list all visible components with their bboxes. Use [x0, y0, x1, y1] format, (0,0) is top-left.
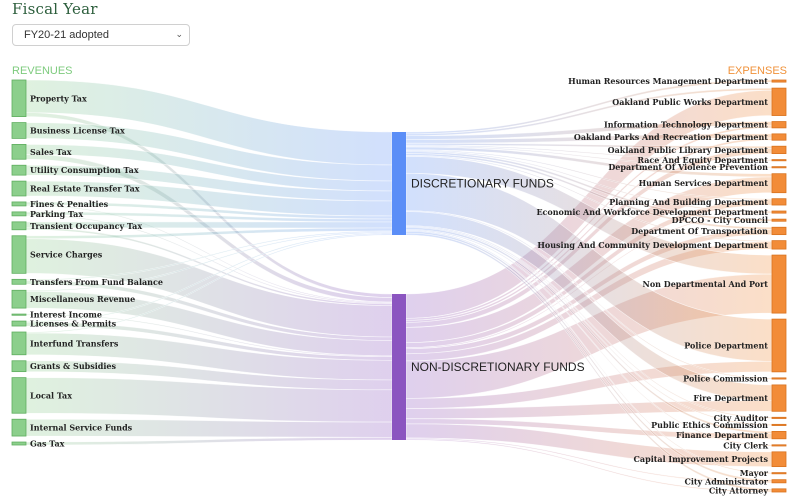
node-interfund-transfers[interactable]	[11, 331, 27, 356]
node-discretionary-funds[interactable]	[392, 132, 406, 235]
node-interest-income[interactable]	[11, 313, 27, 316]
node-label-fire-department: Fire Department	[693, 393, 768, 403]
node-label-human-resources-management-department: Human Resources Management Department	[568, 76, 768, 86]
node-label-transfers-from-fund-balance: Transfers From Fund Balance	[30, 277, 163, 287]
node-gas-tax[interactable]	[11, 441, 27, 446]
node-label-transient-occupancy-tax: Transient Occupancy Tax	[30, 221, 142, 231]
node-human-resources-management-department[interactable]	[771, 79, 787, 83]
node-label-non-departmental-and-port: Non Departmental And Port	[643, 279, 769, 289]
node-label-city-attorney: City Attorney	[709, 485, 768, 495]
node-label-department-of-transportation: Department Of Transportation	[631, 226, 768, 236]
node-label-grants-subsidies: Grants & Subsidies	[30, 361, 116, 371]
node-city-administrator[interactable]	[771, 479, 787, 484]
node-information-technology-department[interactable]	[771, 121, 787, 129]
node-transient-occupancy-tax[interactable]	[11, 221, 27, 231]
node-dpcco-city-council[interactable]	[771, 218, 787, 222]
node-label-capital-improvement-projects: Capital Improvement Projects	[634, 454, 769, 464]
node-police-commission[interactable]	[771, 377, 787, 380]
node-oakland-public-works-department[interactable]	[771, 87, 787, 116]
node-fines-penalties[interactable]	[11, 201, 27, 207]
node-label-public-ethics-commission: Public Ethics Commission	[651, 420, 768, 430]
node-city-attorney[interactable]	[771, 488, 787, 493]
node-internal-service-funds[interactable]	[11, 418, 27, 437]
node-label-gas-tax: Gas Tax	[30, 439, 65, 449]
node-label-human-services-department: Human Services Department	[639, 178, 769, 188]
node-capital-improvement-projects[interactable]	[771, 451, 787, 468]
node-human-services-department[interactable]	[771, 173, 787, 194]
node-city-auditor[interactable]	[771, 416, 787, 419]
link-gas-tax-to-non-discretionary-funds[interactable]	[25, 437, 393, 446]
sankey-diagram: Property Tax Business License Tax Sales Ta…	[11, 76, 787, 495]
node-label-miscellaneous-revenue: Miscellaneous Revenue	[30, 294, 135, 304]
node-label-discretionary-funds: DISCRETIONARY FUNDS	[411, 177, 554, 191]
node-department-of-violence-prevention[interactable]	[771, 166, 787, 169]
node-label-service-charges: Service Charges	[30, 250, 103, 260]
node-property-tax[interactable]	[11, 79, 27, 117]
node-label-sales-tax: Sales Tax	[30, 147, 72, 157]
node-label-planning-and-building-department: Planning And Building Department	[609, 197, 768, 207]
node-service-charges[interactable]	[11, 235, 27, 274]
node-sales-tax[interactable]	[11, 144, 27, 160]
node-local-tax[interactable]	[11, 377, 27, 414]
node-non-discretionary-funds[interactable]	[392, 294, 406, 440]
node-oakland-parks-and-recreation-department[interactable]	[771, 133, 787, 141]
node-label-oakland-public-library-department: Oakland Public Library Department	[608, 145, 769, 155]
node-label-finance-department: Finance Department	[676, 430, 768, 440]
node-oakland-public-library-department[interactable]	[771, 145, 787, 154]
node-label-oakland-parks-and-recreation-department: Oakland Parks And Recreation Department	[574, 132, 768, 142]
expenses-header: EXPENSES	[727, 65, 787, 77]
node-label-utility-consumption-tax: Utility Consumption Tax	[30, 165, 139, 175]
node-miscellaneous-revenue[interactable]	[11, 289, 27, 309]
node-police-department[interactable]	[771, 318, 787, 373]
node-label-fines-penalties: Fines & Penalties	[30, 199, 109, 209]
node-label-city-clerk: City Clerk	[723, 440, 768, 450]
node-housing-and-community-development-department[interactable]	[771, 240, 787, 250]
node-label-business-license-tax: Business License Tax	[30, 125, 125, 135]
node-finance-department[interactable]	[771, 431, 787, 440]
node-parking-tax[interactable]	[11, 211, 27, 217]
node-economic-and-workforce-development-department[interactable]	[771, 210, 787, 214]
node-utility-consumption-tax[interactable]	[11, 164, 27, 176]
node-label-local-tax: Local Tax	[30, 390, 72, 400]
node-grants-subsidies[interactable]	[11, 360, 27, 373]
node-city-clerk[interactable]	[771, 444, 787, 447]
node-label-licenses-permits: Licenses & Permits	[30, 319, 117, 329]
node-planning-and-building-department[interactable]	[771, 198, 787, 206]
node-label-dpcco-city-council: DPCCO - City Council	[672, 215, 768, 225]
node-mayor[interactable]	[771, 472, 787, 475]
node-race-and-equity-department[interactable]	[771, 159, 787, 162]
node-business-license-tax[interactable]	[11, 122, 27, 139]
node-label-interfund-transfers: Interfund Transfers	[30, 338, 119, 348]
revenues-header: REVENUES	[12, 65, 73, 77]
node-non-departmental-and-port[interactable]	[771, 254, 787, 314]
node-transfers-from-fund-balance[interactable]	[11, 278, 27, 285]
node-public-ethics-commission[interactable]	[771, 423, 787, 426]
node-label-parking-tax: Parking Tax	[30, 209, 83, 219]
node-label-real-estate-transfer-tax: Real Estate Transfer Tax	[30, 184, 140, 194]
node-fire-department[interactable]	[771, 384, 787, 412]
node-label-housing-and-community-development-department: Housing And Community Development Depart…	[537, 240, 768, 250]
node-licenses-permits[interactable]	[11, 320, 27, 327]
node-label-information-technology-department: Information Technology Department	[604, 120, 768, 130]
node-label-internal-service-funds: Internal Service Funds	[30, 423, 133, 433]
node-label-police-commission: Police Commission	[683, 373, 768, 383]
node-label-property-tax: Property Tax	[30, 93, 87, 103]
node-department-of-transportation[interactable]	[771, 226, 787, 236]
node-label-police-department: Police Department	[684, 340, 768, 350]
node-label-department-of-violence-prevention: Department Of Violence Prevention	[608, 162, 768, 172]
node-label-oakland-public-works-department: Oakland Public Works Department	[612, 97, 768, 107]
node-label-non-discretionary-funds: NON-DISCRETIONARY FUNDS	[411, 360, 585, 374]
node-real-estate-transfer-tax[interactable]	[11, 180, 27, 197]
